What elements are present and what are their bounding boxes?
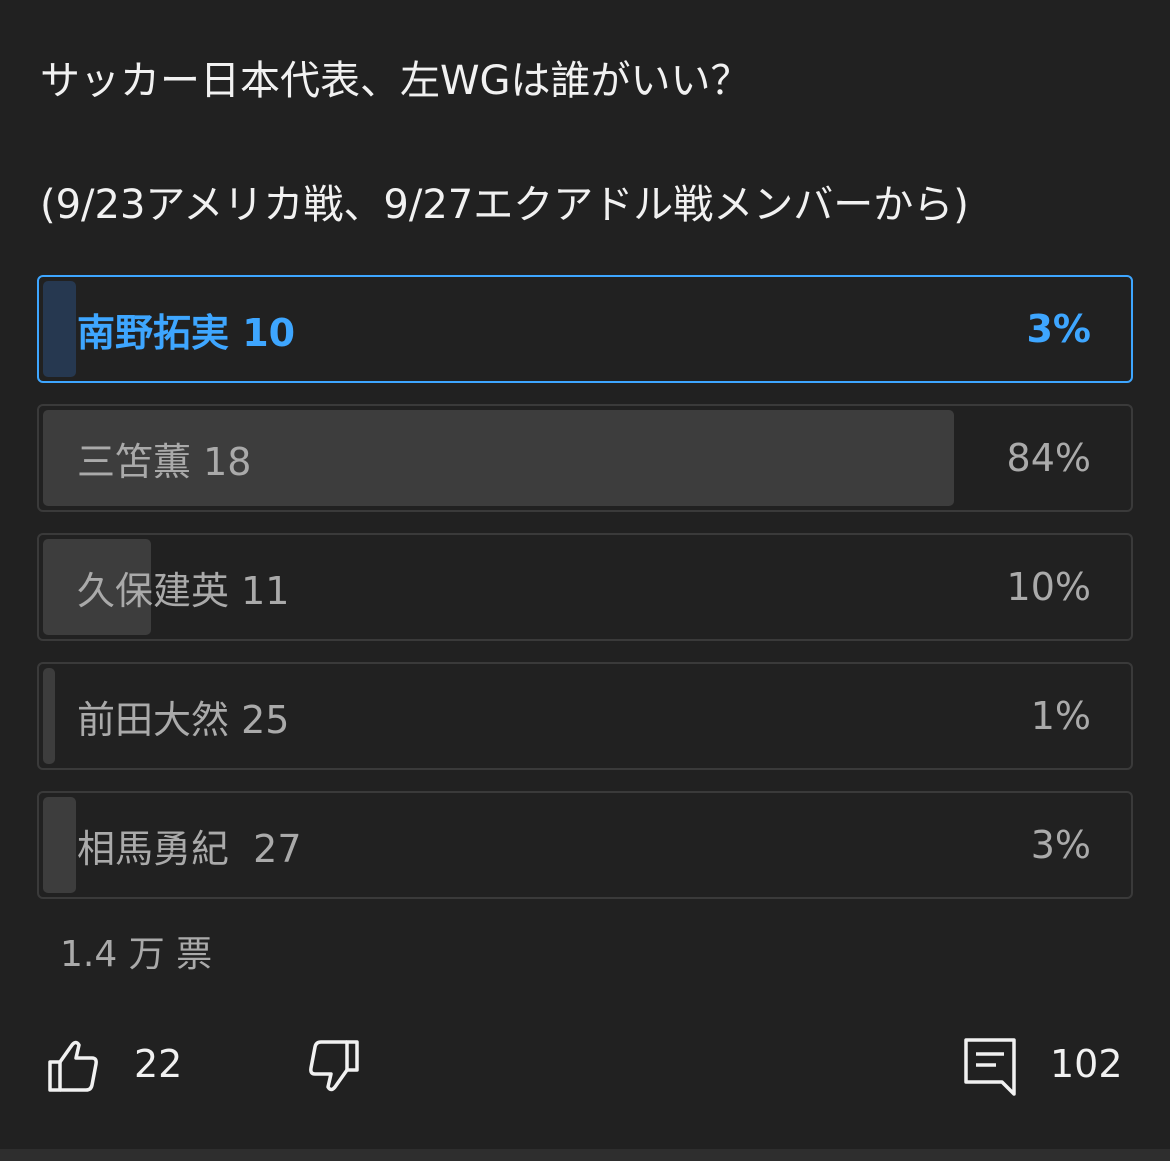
post-title-line: サッカー日本代表、左WGは誰がいい？ <box>40 58 751 104</box>
like-count: 22 <box>134 1042 183 1086</box>
comment-icon <box>964 1038 1016 1096</box>
poll-option-label: 南野拓実 10 <box>77 310 296 355</box>
vote-count: 1.4 万 票 <box>60 934 213 975</box>
poll-option-percent: 3% <box>1030 823 1091 867</box>
poll-option-percent: 1% <box>1030 694 1091 738</box>
poll-option-kubo[interactable]: 久保建英 11 10% <box>37 533 1133 641</box>
poll-option-minamino[interactable]: 南野拓実 10 3% <box>37 275 1133 383</box>
dislike-button[interactable] <box>303 1030 367 1102</box>
thumbs-up-icon <box>48 1040 98 1092</box>
post-text: サッカー日本代表、左WGは誰がいい？ (9/23アメリカ戦、9/27エクアドル戦… <box>40 50 1130 236</box>
like-button[interactable] <box>40 1030 104 1102</box>
comment-count: 102 <box>1050 1042 1123 1086</box>
poll-option-label: 相馬勇紀 27 <box>77 826 302 871</box>
poll-option-fill <box>43 797 76 893</box>
poll-option-label: 三笘薫 18 <box>77 439 252 484</box>
poll-option-fill <box>43 281 76 377</box>
action-bar: 22 102 <box>0 1030 1170 1110</box>
poll-option-percent: 10% <box>1006 565 1091 609</box>
post-subtitle-line: (9/23アメリカ戦、9/27エクアドル戦メンバーから) <box>40 182 969 228</box>
poll-option-percent: 84% <box>1006 436 1091 480</box>
poll-options: 南野拓実 10 3% 三笘薫 18 84% 久保建英 11 10% 前田大然 2… <box>37 275 1133 920</box>
poll-option-soma[interactable]: 相馬勇紀 27 3% <box>37 791 1133 899</box>
poll-option-label: 前田大然 25 <box>77 697 290 742</box>
comment-button[interactable] <box>958 1030 1022 1102</box>
poll-option-mitoma[interactable]: 三笘薫 18 84% <box>37 404 1133 512</box>
poll-option-label: 久保建英 11 <box>77 568 290 613</box>
poll-option-fill <box>43 668 55 764</box>
bottom-divider <box>0 1149 1170 1161</box>
thumbs-down-icon <box>309 1040 359 1092</box>
poll-option-maeda[interactable]: 前田大然 25 1% <box>37 662 1133 770</box>
poll-option-percent: 3% <box>1026 307 1091 351</box>
